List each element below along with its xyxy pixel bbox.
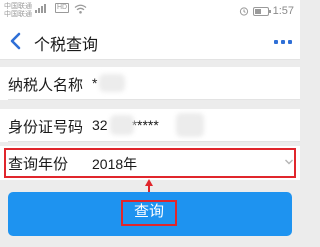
page-title: 个税查询 (34, 35, 99, 54)
alarm-icon (239, 7, 248, 16)
redaction-blur (110, 115, 134, 135)
taxpayer-name-row: 纳税人名称 * (0, 67, 300, 100)
annotation-arrow-head (145, 179, 153, 186)
status-bar: 中国联通 中国联通 HD 1:57 (0, 0, 300, 24)
taxpayer-name-label: 纳税人名称 (8, 76, 84, 94)
id-number-mask: ***** (131, 117, 159, 133)
redaction-blur (99, 74, 125, 92)
row-divider (8, 141, 300, 142)
id-number-row: 身份证号码 32 ***** (0, 109, 300, 142)
chevron-left-icon[interactable] (6, 30, 26, 52)
network-badge: HD (55, 3, 70, 13)
row-divider (8, 99, 300, 100)
wifi-icon (74, 4, 87, 14)
battery-icon (252, 6, 271, 16)
query-button-label[interactable]: 查询 (121, 200, 177, 226)
query-year-highlight (4, 148, 296, 178)
signal-icon (35, 4, 46, 13)
app-header: 个税查询 (0, 24, 300, 60)
redaction-blur (176, 113, 204, 137)
chevron-down-icon[interactable] (284, 158, 294, 166)
more-dots-icon[interactable] (274, 40, 292, 44)
id-number-prefix: 32 (92, 117, 108, 133)
status-time: 1:57 (272, 5, 294, 17)
carrier-label-2: 中国联通 (4, 11, 32, 18)
id-number-label: 身份证号码 (8, 118, 84, 136)
taxpayer-name-value: * (92, 75, 98, 91)
carrier-label-1: 中国联通 (4, 3, 32, 10)
